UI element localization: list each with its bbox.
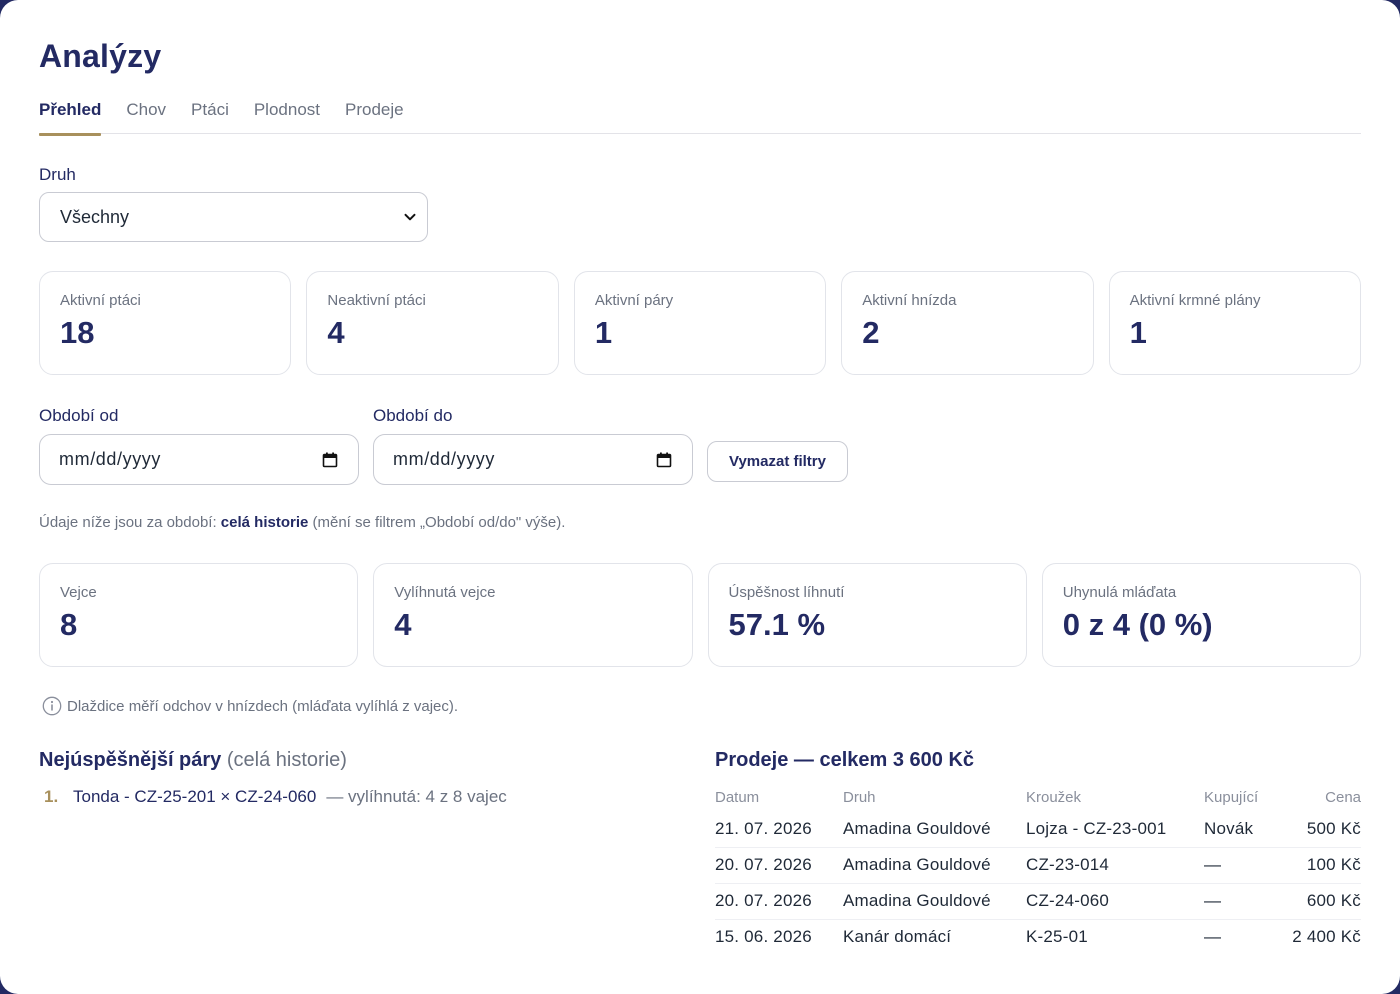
chevron-down-icon: [404, 213, 416, 221]
cell-cena: 2 400 Kč: [1292, 927, 1361, 946]
stat-card-inactive-birds: Neaktivní ptáci 4: [306, 271, 559, 375]
clear-filters-button[interactable]: Vymazat filtry: [707, 441, 848, 482]
cell-datum: 15. 06. 2026: [715, 927, 812, 946]
calendar-icon[interactable]: [656, 452, 672, 468]
stat-label: Aktivní krmné plány: [1129, 292, 1261, 309]
tab-prodeje[interactable]: Prodeje: [345, 96, 404, 134]
stat-label: Vylíhnutá vejce: [394, 584, 496, 601]
table-row: 20. 07. 2026 Amadina Gouldové CZ-23-014 …: [715, 847, 1361, 884]
col-cena: Cena: [1325, 789, 1361, 806]
druh-label: Druh: [39, 165, 76, 184]
app-frame: Analýzy Přehled Chov Ptáci Plodnost Prod…: [0, 0, 1400, 994]
top-pairs-subtitle: (celá historie): [226, 749, 347, 771]
cell-druh: Amadina Gouldové: [843, 847, 1026, 884]
tab-chov[interactable]: Chov: [126, 96, 166, 134]
period-note-bold: celá historie: [220, 514, 309, 531]
period-to-value: mm/dd/yyyy: [393, 449, 496, 469]
stat-value: 18: [60, 315, 95, 350]
stat-card-hatch-rate: Úspěšnost líhnutí 57.1 %: [707, 563, 1027, 667]
stat-label: Aktivní páry: [594, 292, 674, 309]
stat-value: 57.1 %: [728, 607, 826, 642]
stat-value: 1: [1129, 315, 1147, 350]
cell-druh: Amadina Gouldové: [843, 883, 1026, 920]
stat-label: Aktivní ptáci: [60, 292, 141, 309]
stat-card-dead-chicks: Uhynulá mláďata 0 z 4 (0 %): [1041, 563, 1361, 667]
col-datum: Datum: [715, 789, 760, 806]
col-druh: Druh: [843, 789, 876, 806]
cell-cena: 100 Kč: [1284, 847, 1361, 884]
stat-card-eggs: Vejce 8: [39, 563, 359, 667]
table-row: 21. 07. 2026 Amadina Gouldové Lojza - CZ…: [715, 812, 1361, 848]
tiles-info: Dlaždice měří odchov v hnízdech (mláďata…: [42, 696, 458, 716]
calendar-icon[interactable]: [322, 452, 338, 468]
cell-datum: 20. 07. 2026: [715, 847, 843, 884]
pair-rank: 1.: [44, 787, 59, 806]
tab-bar: Přehled Chov Ptáci Plodnost Prodeje: [39, 96, 1361, 136]
stat-label: Neaktivní ptáci: [327, 292, 426, 309]
stat-label: Vejce: [60, 584, 97, 601]
period-note: Údaje níže jsou za období: celá historie…: [39, 514, 565, 531]
cell-kupujici: —: [1204, 847, 1284, 884]
tab-plodnost[interactable]: Plodnost: [254, 96, 320, 134]
breeding-cards: Vejce 8 Vylíhnutá vejce 4 Úspěšnost líhn…: [39, 563, 1361, 667]
period-to-label: Období do: [373, 406, 453, 425]
cell-krouzek: CZ-24-060: [1026, 883, 1204, 920]
stat-card-active-nests: Aktivní hnízda 2: [841, 271, 1094, 375]
cell-cena: 500 Kč: [1284, 812, 1361, 848]
tab-prehled[interactable]: Přehled: [39, 96, 102, 136]
cell-krouzek: K-25-01: [1026, 927, 1088, 946]
stat-label: Uhynulá mláďata: [1062, 584, 1177, 601]
table-row: 20. 07. 2026 Amadina Gouldové CZ-24-060 …: [715, 883, 1361, 920]
stat-value: 2: [862, 315, 880, 350]
cell-druh: Kanár domácí: [843, 927, 952, 946]
druh-select[interactable]: Všechny: [39, 192, 428, 242]
cell-druh: Amadina Gouldové: [843, 812, 1026, 848]
stat-value: 4: [394, 607, 412, 642]
stat-value: 0 z 4 (0 %): [1062, 607, 1213, 642]
period-from-input[interactable]: mm/dd/yyyy: [39, 434, 359, 485]
cell-datum: 20. 07. 2026: [715, 883, 843, 920]
info-text: Dlaždice měří odchov v hnízdech (mláďata…: [67, 697, 459, 715]
pair-meta: — vylíhnutá: 4 z 8 vajec: [326, 787, 507, 806]
info-icon: [42, 696, 62, 716]
pair-link[interactable]: Tonda - CZ-25-201 × CZ-24-060: [73, 787, 316, 807]
sales-table: Datum Druh Kroužek Kupující Cena 21. 07.…: [715, 782, 1361, 955]
period-to-input[interactable]: mm/dd/yyyy: [373, 434, 693, 485]
col-kupujici: Kupující: [1204, 789, 1259, 806]
stat-label: Aktivní hnízda: [862, 292, 957, 309]
page-title: Analýzy: [39, 38, 162, 74]
table-row: 15. 06. 2026 Kanár domácí K-25-01 — 2 40…: [715, 920, 1361, 956]
top-pairs-title: Nejúspěšnější páry (celá historie): [39, 749, 347, 772]
cell-kupujici: —: [1204, 927, 1222, 946]
col-krouzek: Kroužek: [1026, 789, 1082, 806]
table-header-row: Datum Druh Kroužek Kupující Cena: [715, 782, 1361, 812]
stat-value: 1: [594, 315, 613, 350]
stat-value: 4: [327, 315, 345, 350]
stat-card-active-pairs: Aktivní páry 1: [573, 271, 827, 375]
cell-kupujici: Novák: [1204, 812, 1284, 848]
list-item: 1. Tonda - CZ-25-201 × CZ-24-060 — vylíh…: [44, 787, 507, 807]
cell-kupujici: —: [1204, 883, 1284, 920]
cell-cena: 600 Kč: [1284, 883, 1361, 920]
cell-datum: 21. 07. 2026: [715, 812, 843, 848]
druh-select-value: Všechny: [60, 206, 130, 227]
cell-krouzek: Lojza - CZ-23-001: [1026, 812, 1204, 848]
period-from-label: Období od: [39, 406, 119, 425]
period-from-value: mm/dd/yyyy: [59, 449, 162, 469]
stat-label: Úspěšnost líhnutí: [728, 584, 845, 601]
period-note-suffix: (mění se filtrem „Období od/do" výše).: [308, 514, 566, 531]
top-pairs-heading: Nejúspěšnější páry: [39, 749, 222, 771]
stat-value: 8: [60, 607, 78, 642]
sales-title: Prodeje — celkem 3 600 Kč: [715, 749, 975, 771]
stat-card-active-birds: Aktivní ptáci 18: [39, 271, 292, 375]
stat-card-active-feeding-plans: Aktivní krmné plány 1: [1108, 271, 1362, 375]
cell-krouzek: CZ-23-014: [1026, 847, 1204, 884]
tab-ptaci[interactable]: Ptáci: [191, 96, 229, 134]
summary-cards: Aktivní ptáci 18 Neaktivní ptáci 4 Aktiv…: [39, 271, 1362, 375]
period-note-prefix: Údaje níže jsou za období:: [39, 514, 221, 531]
stat-card-hatched-eggs: Vylíhnutá vejce 4: [373, 563, 693, 667]
